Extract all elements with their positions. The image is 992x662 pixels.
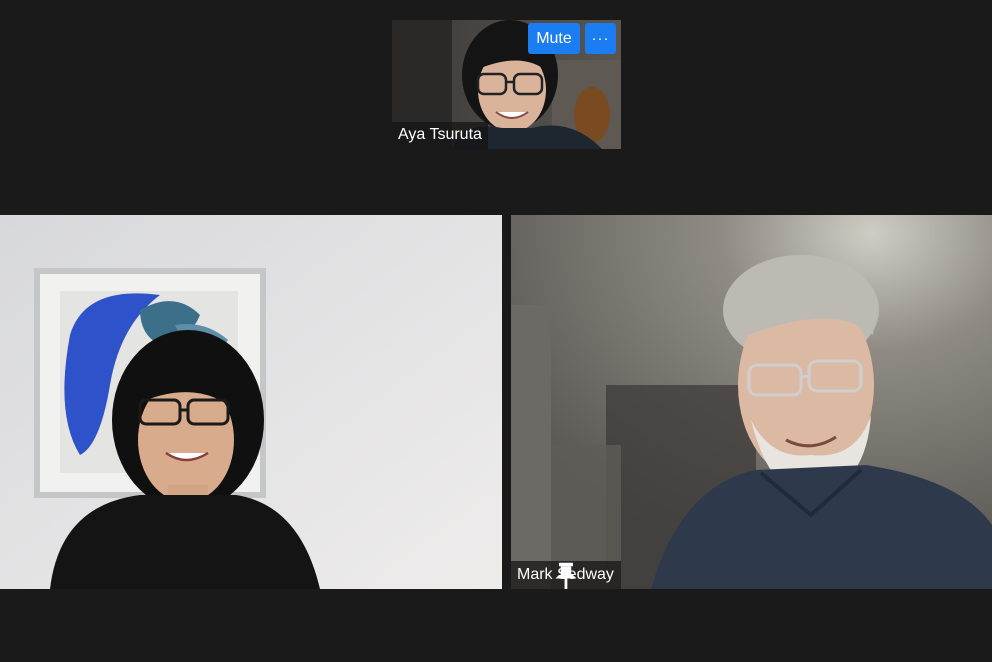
participant-tile-aya[interactable]: Aya Tsuruta Mute ···: [392, 20, 621, 149]
more-options-button[interactable]: ···: [585, 23, 616, 54]
participant-tile-left[interactable]: [0, 215, 502, 589]
mute-button[interactable]: Mute: [528, 23, 580, 54]
participant-video-left: [0, 215, 502, 589]
participant-video-mark: [511, 215, 992, 589]
participant-name-label: Aya Tsuruta: [392, 122, 488, 149]
participant-name: Aya Tsuruta: [398, 126, 482, 143]
meeting-gallery: Aya Tsuruta Mute ··· Mark Sedway: [0, 0, 992, 662]
pin-icon: [555, 562, 577, 589]
participant-tile-mark[interactable]: Mark Sedway: [511, 215, 992, 589]
participant-name-label: Mark Sedway: [511, 561, 621, 589]
